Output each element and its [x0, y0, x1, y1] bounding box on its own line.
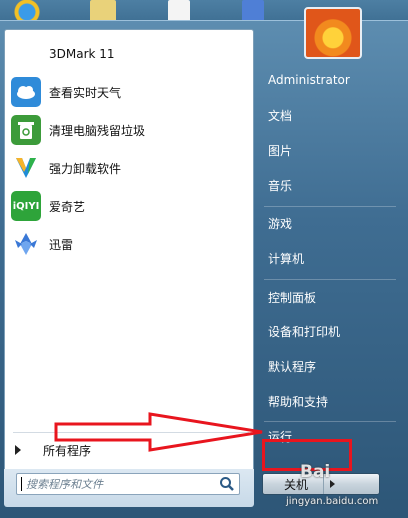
divider [264, 421, 396, 422]
all-programs-label: 所有程序 [43, 443, 92, 458]
menu-item-default-programs[interactable]: 默认程序 [264, 354, 396, 378]
recycle-icon [11, 115, 41, 145]
search-icon[interactable] [218, 475, 236, 493]
program-label: 强力卸载软件 [49, 161, 122, 176]
search-area: 搜索程序和文件 [4, 469, 254, 507]
menu-item-label: 图片 [268, 143, 293, 158]
menu-item-label: 游戏 [268, 216, 293, 231]
baidu-watermark: Bai [300, 462, 331, 482]
baidu-watermark-url: jingyan.baidu.com [286, 496, 379, 507]
start-menu: 3DMark 11 查看实时天气 清理电脑残留垃圾 强力卸载软件 iQIYI 爱… [0, 7, 408, 518]
menu-item-label: 计算机 [268, 251, 305, 266]
program-uninstaller[interactable]: 强力卸载软件 [9, 150, 249, 186]
program-iqiyi[interactable]: iQIYI 爱奇艺 [9, 188, 249, 224]
program-label: 爱奇艺 [49, 199, 86, 214]
menu-item-help-support[interactable]: 帮助和支持 [264, 389, 396, 413]
program-xunlei[interactable]: 迅雷 [9, 226, 249, 262]
program-label: 清理电脑残留垃圾 [49, 123, 146, 138]
program-weather[interactable]: 查看实时天气 [9, 74, 249, 110]
program-label: 迅雷 [49, 237, 74, 252]
menu-item-music[interactable]: 音乐 [264, 173, 396, 197]
user-name: Administrator [268, 73, 350, 87]
menu-item-devices-printers[interactable]: 设备和打印机 [264, 319, 396, 343]
arrow-right-icon [15, 445, 21, 455]
menu-item-label: 帮助和支持 [268, 394, 329, 409]
divider [13, 432, 249, 433]
search-input[interactable]: 搜索程序和文件 [16, 473, 240, 495]
program-3dmark[interactable]: 3DMark 11 [9, 36, 249, 72]
program-label: 3DMark 11 [49, 47, 115, 61]
all-programs-button[interactable]: 所有程序 [15, 440, 91, 460]
user-name-link[interactable]: Administrator [264, 68, 396, 92]
uninstall-shield-icon [11, 153, 41, 183]
menu-item-games[interactable]: 游戏 [264, 211, 396, 235]
xunlei-icon [11, 229, 41, 259]
text-caret [21, 477, 22, 491]
menu-item-label: 控制面板 [268, 290, 317, 305]
weather-icon [11, 77, 41, 107]
program-label: 查看实时天气 [49, 85, 122, 100]
divider [264, 279, 396, 280]
divider [264, 206, 396, 207]
iqiyi-icon: iQIYI [11, 191, 41, 221]
menu-item-label: 默认程序 [268, 359, 317, 374]
menu-item-label: 设备和打印机 [268, 324, 341, 339]
menu-item-control-panel[interactable]: 控制面板 [264, 285, 396, 309]
search-placeholder: 搜索程序和文件 [26, 478, 103, 491]
menu-item-label: 文档 [268, 108, 293, 123]
user-avatar[interactable] [304, 7, 362, 59]
menu-item-documents[interactable]: 文档 [264, 103, 396, 127]
program-list-pane: 3DMark 11 查看实时天气 清理电脑残留垃圾 强力卸载软件 iQIYI 爱… [4, 29, 254, 477]
menu-item-computer[interactable]: 计算机 [264, 246, 396, 270]
3dmark-icon [11, 39, 41, 69]
menu-item-pictures[interactable]: 图片 [264, 138, 396, 162]
program-cleaner[interactable]: 清理电脑残留垃圾 [9, 112, 249, 148]
menu-item-label: 音乐 [268, 178, 293, 193]
